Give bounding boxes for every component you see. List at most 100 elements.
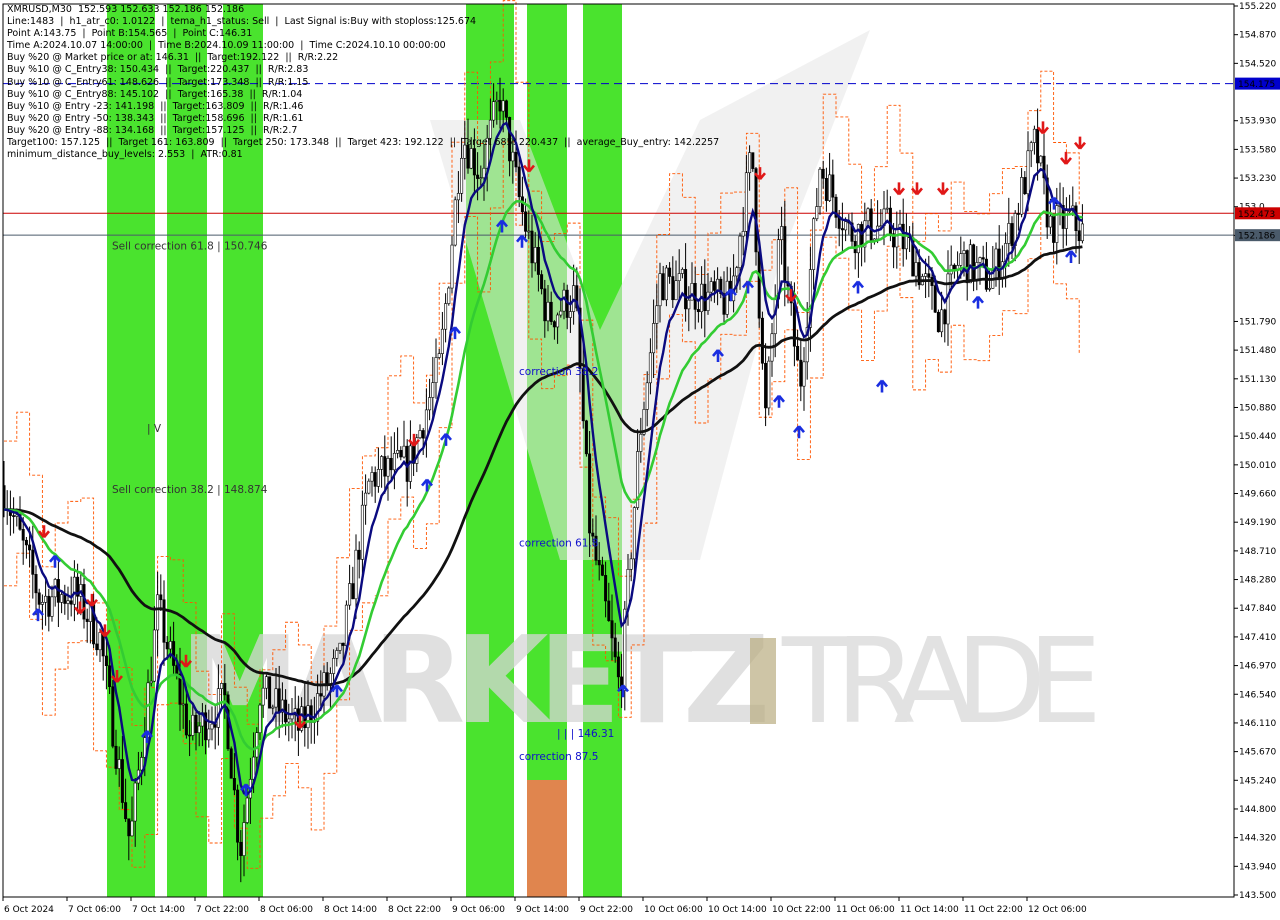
candle-body [572, 285, 576, 312]
candle-body [149, 680, 153, 684]
candle-body [1048, 215, 1052, 228]
candle-body [1032, 128, 1036, 143]
candle-body [962, 250, 966, 254]
candle-body [354, 549, 358, 600]
candle-body [818, 168, 822, 207]
candle-body [764, 362, 768, 409]
candle-body [600, 564, 604, 576]
y-tick-label: 150.440 [1239, 432, 1276, 442]
candle-body [1039, 155, 1043, 164]
info-line: Buy %20 @ Entry -88: 134.168 || Target:1… [7, 124, 298, 136]
candle-body [760, 317, 764, 364]
info-line: XMRUSD,M30 152.593 152.633 152.186 152.1… [7, 4, 245, 15]
candle-body [959, 253, 963, 266]
candle-body [460, 158, 464, 194]
candle-body [549, 301, 553, 322]
candle-body [712, 281, 716, 291]
candle-body [754, 168, 758, 253]
y-tick-label: 153.580 [1239, 145, 1276, 155]
candle-body [367, 480, 371, 494]
candle-body [287, 718, 291, 723]
candle-body [37, 592, 41, 605]
x-tick-label: 10 Oct 06:00 [644, 905, 703, 915]
candle-body [552, 321, 556, 328]
candle-body [997, 248, 1001, 279]
candle-body [706, 291, 710, 311]
y-tick-label: 153.230 [1239, 174, 1276, 184]
y-tick-label: 149.190 [1239, 518, 1276, 528]
candle-body [21, 529, 25, 541]
candle-body [767, 360, 771, 409]
candle-body [664, 267, 668, 301]
candle-body [162, 599, 166, 643]
candle-body [31, 549, 35, 575]
price-label-text: 152.473 [1238, 210, 1275, 220]
candle-body [95, 643, 99, 651]
x-tick-label: 6 Oct 2024 [4, 905, 54, 915]
candle-body [546, 301, 550, 322]
candle-body [821, 168, 825, 179]
info-line: Buy %10 @ C_Entry61: 148.626 || Target:1… [7, 76, 309, 88]
x-tick-label: 8 Oct 14:00 [324, 905, 377, 915]
candle-body [373, 472, 377, 487]
y-tick-label: 150.880 [1239, 403, 1276, 413]
candle-body [696, 309, 700, 313]
candle-body [124, 802, 128, 820]
candle-body [690, 283, 694, 301]
candle-body [604, 575, 608, 602]
candle-body [188, 734, 192, 737]
candle-body [194, 714, 198, 733]
candle-body [1029, 142, 1033, 152]
candle-body [159, 594, 163, 601]
candle-body [584, 420, 588, 455]
candle-body [783, 226, 787, 282]
candle-body [258, 704, 262, 734]
candle-body [338, 642, 342, 651]
candle-body [876, 225, 880, 240]
candle-body [479, 177, 483, 180]
candle-body [840, 228, 844, 231]
candle-body [680, 269, 684, 274]
candle-body [60, 594, 64, 603]
svg-text:TRADE: TRADE [781, 612, 1102, 750]
candle-body [655, 305, 659, 324]
candle-body [812, 218, 816, 270]
candle-body [114, 745, 118, 769]
candle-body [344, 604, 348, 646]
candle-body [757, 251, 761, 319]
candle-body [181, 703, 185, 706]
annotation-label: correction 87.5 [519, 751, 598, 763]
candle-body [981, 257, 985, 260]
candle-body [1074, 205, 1078, 232]
candle-body [559, 310, 563, 316]
candle-body [831, 174, 835, 198]
candle-body [844, 221, 848, 231]
y-tick-label: 147.410 [1239, 633, 1276, 643]
candle-body [597, 559, 601, 566]
candle-body [1055, 205, 1059, 243]
candle-body [709, 281, 713, 293]
x-tick-label: 9 Oct 22:00 [580, 905, 633, 915]
candle-body [815, 206, 819, 220]
y-tick-label: 148.710 [1239, 547, 1276, 557]
candle-body [220, 683, 224, 689]
candle-body [28, 544, 32, 551]
candle-body [264, 676, 268, 689]
candle-body [716, 278, 720, 291]
candle-body [540, 274, 544, 290]
candle-body [223, 683, 227, 696]
candle-body [69, 600, 73, 605]
candle-body [348, 583, 352, 606]
candle-body [658, 273, 662, 307]
candle-body [796, 345, 800, 361]
y-tick-label: 150.010 [1239, 461, 1276, 471]
candle-body [453, 199, 457, 246]
candle-body [156, 594, 160, 631]
candle-body [66, 600, 70, 604]
candle-body [482, 167, 486, 179]
candle-body [111, 686, 115, 747]
candle-body [402, 445, 406, 458]
candle-body [386, 458, 390, 477]
candle-body [668, 267, 672, 277]
candle-body [748, 152, 752, 174]
